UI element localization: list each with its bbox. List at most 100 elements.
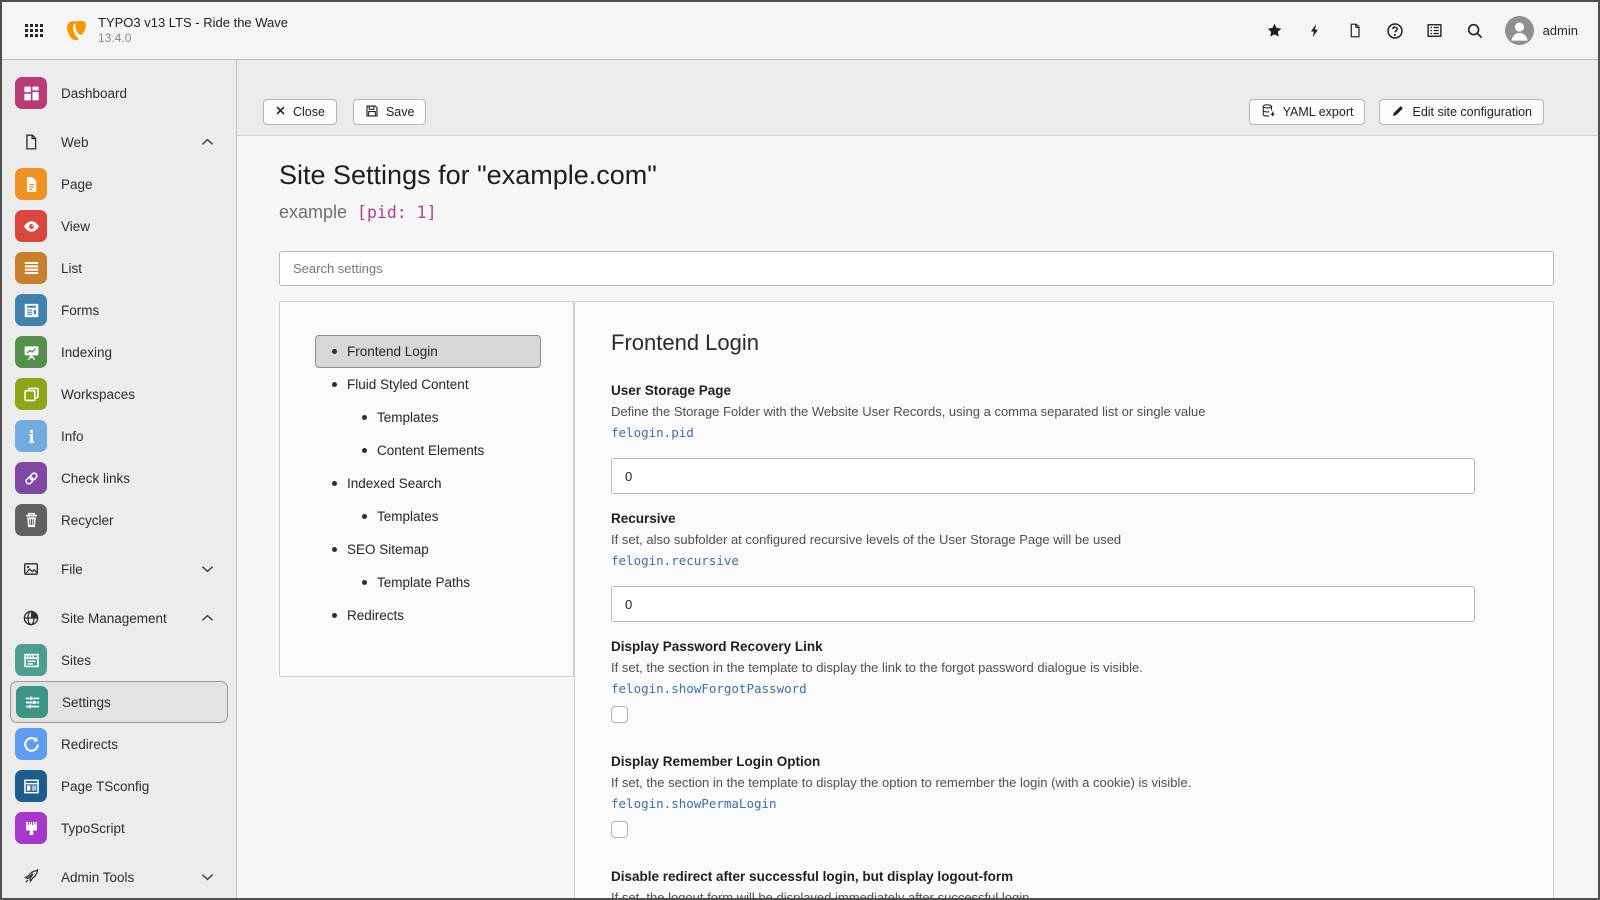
sidebar-item-label: Site Management — [61, 611, 167, 626]
sites-icon — [15, 644, 47, 676]
sidebar-item-label: Sites — [61, 653, 91, 668]
yaml-export-button[interactable]: YAML export — [1249, 99, 1366, 125]
sidebar-section-admin-tools[interactable]: Admin Tools — [2, 856, 236, 898]
user-menu[interactable]: admin — [1505, 16, 1578, 45]
sidebar-item-check-links[interactable]: Check links — [2, 457, 236, 499]
file-icon — [15, 560, 47, 578]
category-item-fluid-styled-content[interactable]: Fluid Styled Content — [315, 368, 557, 401]
sidebar-item-typoscript[interactable]: TypoScript — [2, 807, 236, 849]
sidebar-item-sites[interactable]: Sites — [2, 639, 236, 681]
sidebar-section-file[interactable]: File — [2, 548, 236, 590]
save-icon — [365, 104, 379, 121]
site-pid: [pid: 1] — [357, 201, 436, 225]
setting-label: User Storage Page — [611, 382, 1553, 399]
close-button[interactable]: Close — [263, 99, 337, 125]
checklinks-icon — [15, 462, 47, 494]
sidebar-item-label: Page — [61, 177, 93, 192]
database-export-icon — [1261, 103, 1276, 121]
system-information-icon[interactable] — [1415, 2, 1455, 60]
setting-description: If set, also subfolder at configured rec… — [611, 531, 1553, 549]
sidebar-item-indexing[interactable]: Indexing — [2, 331, 236, 373]
sidebar-section-site-management[interactable]: Site Management — [2, 597, 236, 639]
search-settings-input[interactable] — [279, 251, 1554, 286]
info-icon — [15, 420, 47, 452]
close-icon — [275, 105, 286, 119]
bookmark-star-icon[interactable] — [1255, 2, 1295, 60]
sidebar-item-view[interactable]: View — [2, 205, 236, 247]
category-item-content-elements[interactable]: Content Elements — [315, 434, 557, 467]
category-item-templates[interactable]: Templates — [315, 401, 557, 434]
module-body: Close Save YAML export Edit site configu… — [237, 60, 1598, 898]
bullet-icon — [362, 415, 367, 420]
typoscript-icon — [15, 812, 47, 844]
setting-key: felogin.pid — [611, 424, 1553, 441]
pencil-icon — [1391, 104, 1405, 121]
chevron-up-icon — [201, 614, 214, 622]
recycler-icon — [15, 504, 47, 536]
module-grid-icon[interactable] — [22, 2, 46, 60]
topbar-toolbar: admin — [1255, 2, 1598, 60]
typo3-brand[interactable]: TYPO3 v13 LTS - Ride the Wave 13.4.0 — [64, 15, 288, 46]
clear-cache-bolt-icon[interactable] — [1295, 2, 1335, 60]
category-item-label: Fluid Styled Content — [347, 377, 469, 392]
sitemanagement-icon — [15, 609, 47, 627]
sidebar-item-dashboard[interactable]: Dashboard — [2, 72, 236, 114]
sidebar-item-recycler[interactable]: Recycler — [2, 499, 236, 541]
sidebar-item-label: Indexing — [61, 345, 112, 360]
sidebar-item-label: Settings — [62, 695, 111, 710]
setting-input-felogin-pid[interactable] — [611, 458, 1475, 494]
sidebar-item-forms[interactable]: Forms — [2, 289, 236, 331]
category-item-label: Templates — [377, 509, 439, 524]
category-item-indexed-search[interactable]: Indexed Search — [315, 467, 557, 500]
sidebar-item-label: Dashboard — [61, 86, 127, 101]
setting-label: Recursive — [611, 510, 1553, 527]
sidebar-item-page[interactable]: Page — [2, 163, 236, 205]
sidebar-item-page-tsconfig[interactable]: Page TSconfig — [2, 765, 236, 807]
chevron-down-icon — [201, 565, 214, 573]
sidebar-item-label: Info — [61, 429, 84, 444]
save-button[interactable]: Save — [353, 99, 427, 125]
search-icon[interactable] — [1455, 2, 1495, 60]
category-item-seo-sitemap[interactable]: SEO Sitemap — [315, 533, 557, 566]
category-item-label: Indexed Search — [347, 476, 442, 491]
setting-label: Display Password Recovery Link — [611, 638, 1553, 655]
sidebar-item-redirects[interactable]: Redirects — [2, 723, 236, 765]
sidebar-item-label: File — [61, 562, 83, 577]
workspaces-icon — [15, 378, 47, 410]
setting-description: If set, the section in the template to d… — [611, 774, 1553, 792]
setting-input-felogin-recursive[interactable] — [611, 586, 1475, 622]
chevron-up-icon — [201, 138, 214, 146]
sidebar-item-workspaces[interactable]: Workspaces — [2, 373, 236, 415]
sidebar-section-web[interactable]: Web — [2, 121, 236, 163]
sidebar-item-label: Redirects — [61, 737, 118, 752]
sidebar-item-list[interactable]: List — [2, 247, 236, 289]
bullet-icon — [332, 349, 337, 354]
category-item-template-paths[interactable]: Template Paths — [315, 566, 557, 599]
sidebar-item-label: TypoScript — [61, 821, 125, 836]
chevron-down-icon — [201, 873, 214, 881]
category-item-label: SEO Sitemap — [347, 542, 429, 557]
help-icon[interactable] — [1375, 2, 1415, 60]
pagetsconfig-icon — [15, 770, 47, 802]
sidebar-item-settings[interactable]: Settings — [10, 681, 228, 723]
category-item-frontend-login[interactable]: Frontend Login — [315, 335, 541, 368]
setting-key: felogin.showForgotPassword — [611, 680, 1553, 697]
category-item-redirects[interactable]: Redirects — [315, 599, 557, 632]
setting-checkbox-felogin-showpermalogin[interactable] — [611, 821, 628, 838]
sidebar-item-info[interactable]: Info — [2, 415, 236, 457]
topbar: TYPO3 v13 LTS - Ride the Wave 13.4.0 adm… — [2, 2, 1598, 60]
setting-checkbox-felogin-showforgotpassword[interactable] — [611, 706, 628, 723]
setting-key: felogin.recursive — [611, 552, 1553, 569]
sidebar-item-label: List — [61, 261, 82, 276]
edit-site-configuration-button[interactable]: Edit site configuration — [1379, 99, 1544, 125]
page-icon — [15, 168, 47, 200]
sidebar-item-label: Forms — [61, 303, 99, 318]
list-icon — [15, 252, 47, 284]
bullet-icon — [332, 547, 337, 552]
category-item-label: Content Elements — [377, 443, 484, 458]
document-icon[interactable] — [1335, 2, 1375, 60]
setting-group-recursive: Recursive If set, also subfolder at confi… — [611, 510, 1553, 622]
sidebar-item-label: Web — [61, 135, 89, 150]
page-subtitle: example [pid: 1] — [279, 200, 1554, 225]
category-item-templates[interactable]: Templates — [315, 500, 557, 533]
